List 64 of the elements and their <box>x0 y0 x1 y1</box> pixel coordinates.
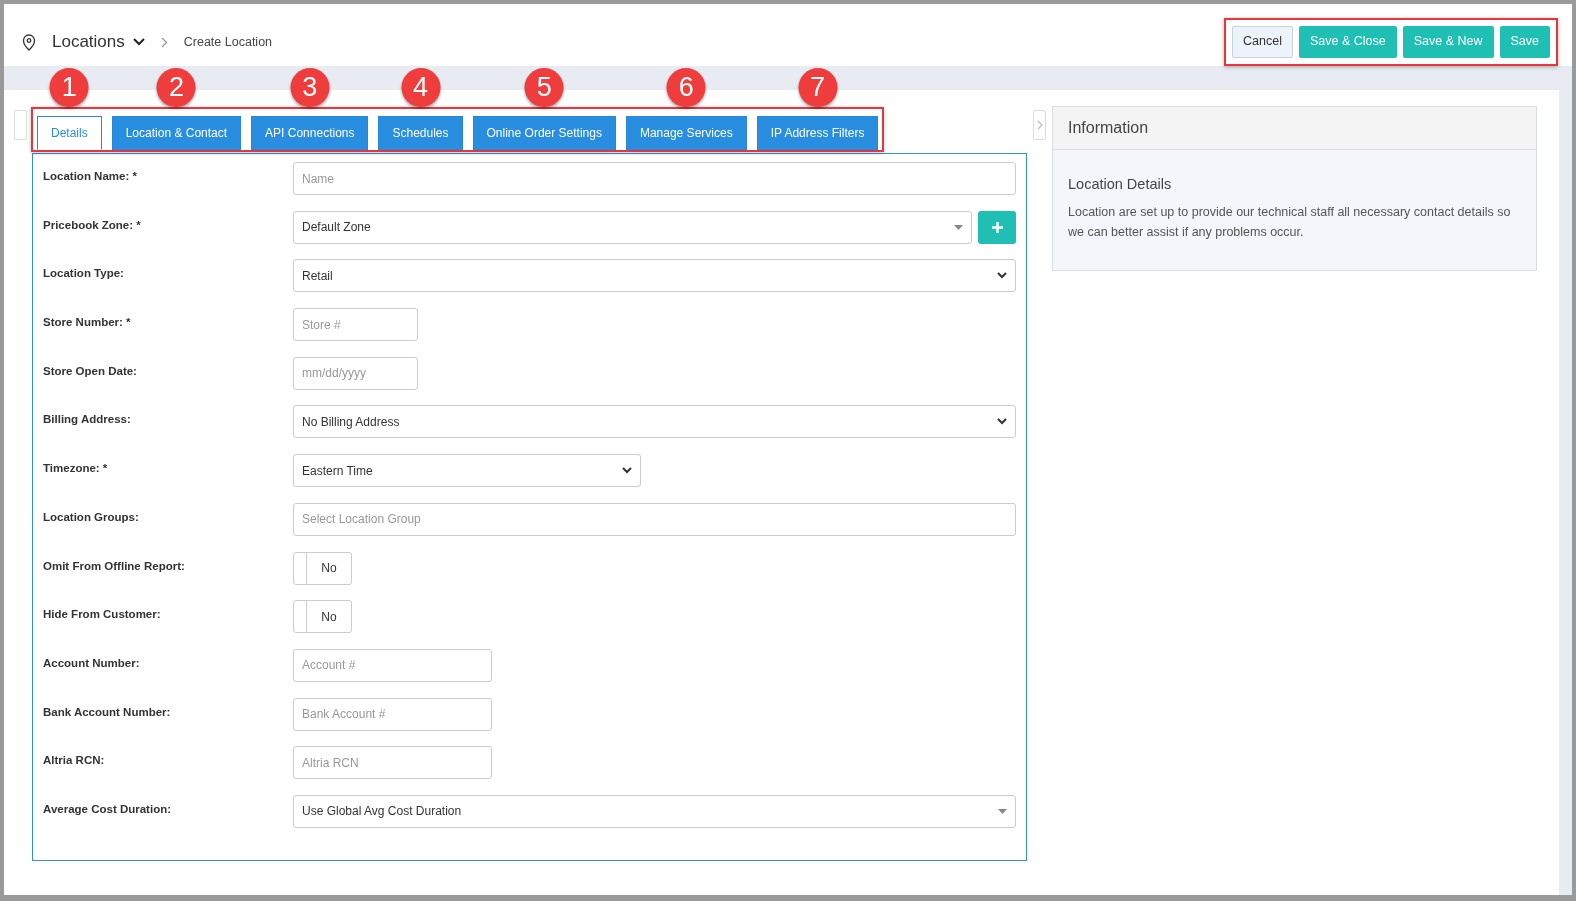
tab[interactable]: Location & Contact <box>111 116 242 150</box>
callout-marker: 4 <box>401 68 440 107</box>
input-field[interactable]: Name <box>293 162 1016 195</box>
chevron-right-icon <box>1036 120 1043 130</box>
select-field[interactable]: Retail <box>293 259 1016 293</box>
callout-marker: 1 <box>49 68 89 107</box>
cancel-button[interactable]: Cancel <box>1232 26 1293 58</box>
callout-marker: 7 <box>798 68 838 107</box>
select-field[interactable]: Eastern Time <box>293 454 641 488</box>
tab[interactable]: API Connections <box>251 116 369 150</box>
save-button[interactable]: Save & Close <box>1299 26 1397 58</box>
field-label: Average Cost Duration: <box>43 801 172 817</box>
panel-title: Information <box>1053 107 1536 150</box>
callout-marker: 6 <box>666 68 706 107</box>
input-field[interactable]: mm/dd/yyyy <box>293 356 418 390</box>
chevron-down-icon[interactable] <box>132 38 145 46</box>
callout-marker: 3 <box>290 68 330 107</box>
save-button[interactable]: Save <box>1499 26 1550 58</box>
save-button[interactable]: Save & New <box>1402 26 1494 58</box>
scroll-left-button[interactable] <box>14 110 27 140</box>
tab[interactable]: Details <box>37 116 102 150</box>
chevron-down-icon <box>622 467 632 475</box>
callout-marker: 5 <box>524 68 564 107</box>
input-field[interactable]: Select Location Group <box>293 502 1016 536</box>
toggle-switch[interactable]: No <box>293 551 352 585</box>
field-label: Hide From Customer: <box>43 607 162 623</box>
field-label: Account Number: <box>43 655 141 671</box>
chevron-right-icon <box>160 36 168 48</box>
tab[interactable]: Online Order Settings <box>472 116 616 150</box>
tab[interactable]: Schedules <box>378 116 463 150</box>
input-field[interactable]: Bank Account # <box>293 697 492 731</box>
add-button[interactable] <box>978 210 1016 244</box>
page-title: Locations <box>52 31 125 54</box>
combo-field[interactable]: Default Zone <box>293 210 972 244</box>
field-label: Billing Address: <box>43 412 132 428</box>
tab[interactable]: IP Address Filters <box>756 116 879 150</box>
breadcrumb-current: Create Location <box>183 33 273 51</box>
dropdown-triangle-icon <box>998 808 1007 814</box>
field-label: Altria RCN: <box>43 753 106 769</box>
dropdown-triangle-icon <box>954 224 963 230</box>
description-text: Location are set up to provide our technical staff all necessary contact details so we can better assist if any problems occur. <box>1068 203 1512 241</box>
input-field[interactable]: Account # <box>293 648 492 682</box>
map-pin-icon <box>22 33 36 51</box>
select-field[interactable]: No Billing Address <box>293 405 1016 439</box>
tab[interactable]: Manage Services <box>625 116 747 150</box>
chevron-down-icon <box>997 272 1007 280</box>
combo-field[interactable]: Use Global Avg Cost Duration <box>293 794 1016 828</box>
input-field[interactable]: Store # <box>293 308 418 342</box>
plus-icon <box>991 221 1003 233</box>
field-label: Timezone: * <box>43 461 109 477</box>
field-label: Omit From Offline Report: <box>43 558 186 574</box>
toggle-switch[interactable]: No <box>293 600 352 634</box>
field-label: Location Groups: <box>43 509 140 525</box>
chevron-down-icon <box>997 418 1007 426</box>
field-label: Location Name: * <box>43 169 138 184</box>
scroll-right-button[interactable] <box>1033 110 1046 140</box>
field-label: Pricebook Zone: * <box>43 217 142 233</box>
section-heading: Location Details <box>1068 175 1173 194</box>
input-field[interactable]: Altria RCN <box>293 746 492 780</box>
callout-marker: 2 <box>156 68 196 107</box>
field-label: Store Open Date: <box>43 363 138 379</box>
field-label: Location Type: <box>43 266 125 282</box>
field-label: Bank Account Number: <box>43 704 172 720</box>
field-label: Store Number: * <box>43 315 132 331</box>
